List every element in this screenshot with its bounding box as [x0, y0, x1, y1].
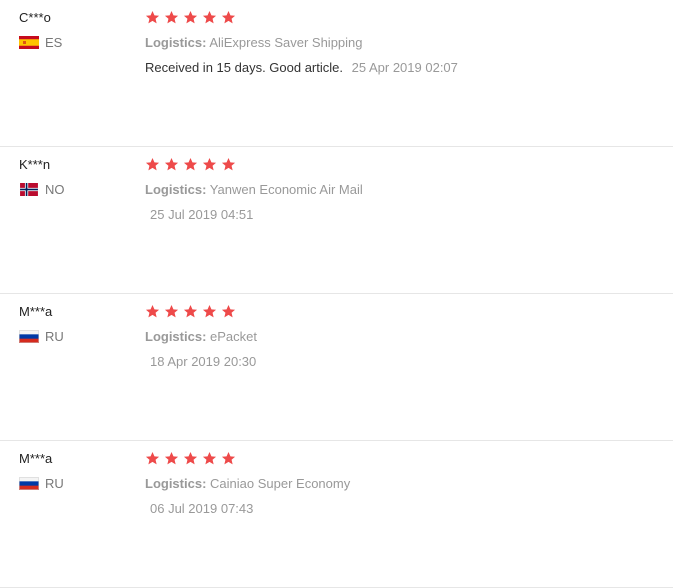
- star-icon: [202, 157, 217, 171]
- review-item: M***a RU Logistics: ePacket 18 Apr 2019 …: [0, 294, 673, 441]
- reviewer-country: NO: [19, 182, 129, 197]
- logistics-info: Logistics: AliExpress Saver Shipping: [145, 35, 663, 51]
- star-icon: [145, 157, 160, 171]
- review-item: M***a RU Logistics: Cainiao Super Econom…: [0, 441, 673, 588]
- star-icon: [202, 10, 217, 24]
- reviewer-info: K***n NO: [19, 157, 129, 197]
- review-date: 18 Apr 2019 20:30: [150, 354, 257, 369]
- star-icon: [145, 10, 160, 24]
- logistics-method: ePacket: [210, 329, 258, 344]
- reviewer-country: RU: [19, 329, 129, 344]
- star-icon: [164, 157, 179, 171]
- star-icon: [221, 304, 236, 318]
- star-icon: [183, 451, 198, 465]
- logistics-label: Logistics:: [145, 329, 207, 344]
- logistics-label: Logistics:: [145, 182, 207, 197]
- buyer-feedback: 18 Apr 2019 20:30: [145, 354, 663, 370]
- buyer-feedback: 25 Jul 2019 04:51: [145, 207, 663, 223]
- star-icon: [164, 451, 179, 465]
- country-code: NO: [45, 182, 65, 197]
- star-icon: [145, 304, 160, 318]
- star-icon: [202, 304, 217, 318]
- russia-flag-icon: [19, 330, 39, 343]
- country-code: ES: [45, 35, 63, 50]
- star-rating: [145, 10, 663, 27]
- logistics-label: Logistics:: [145, 476, 207, 491]
- reviewer-info: M***a RU: [19, 304, 129, 344]
- star-rating: [145, 451, 663, 468]
- star-icon: [221, 451, 236, 465]
- review-item: C***o ES Logistics: AliExpress Saver Shi…: [0, 0, 673, 147]
- reviewer-name: K***n: [19, 157, 51, 172]
- star-icon: [164, 10, 179, 24]
- star-rating: [145, 157, 663, 174]
- logistics-label: Logistics:: [145, 35, 207, 50]
- star-rating: [145, 304, 663, 321]
- star-icon: [164, 304, 179, 318]
- reviewer-name: M***a: [19, 451, 53, 466]
- reviewer-info: M***a RU: [19, 451, 129, 491]
- logistics-info: Logistics: Yanwen Economic Air Mail: [145, 182, 663, 198]
- reviewer-country: ES: [19, 35, 129, 50]
- logistics-info: Logistics: Cainiao Super Economy: [145, 476, 663, 492]
- review-content: Logistics: AliExpress Saver Shipping Rec…: [145, 10, 663, 76]
- logistics-method: AliExpress Saver Shipping: [209, 35, 363, 50]
- russia-flag-icon: [19, 477, 39, 490]
- star-icon: [183, 10, 198, 24]
- buyer-feedback: Received in 15 days. Good article. 25 Ap…: [145, 60, 663, 76]
- review-item: K***n NO Logistics: Yanwen Economic Air …: [0, 147, 673, 294]
- star-icon: [183, 157, 198, 171]
- country-code: RU: [45, 329, 64, 344]
- review-date: 06 Jul 2019 07:43: [150, 501, 254, 516]
- star-icon: [145, 451, 160, 465]
- star-icon: [202, 451, 217, 465]
- feedback-text: Received in 15 days. Good article.: [145, 60, 343, 75]
- logistics-info: Logistics: ePacket: [145, 329, 663, 345]
- review-date: 25 Jul 2019 04:51: [150, 207, 254, 222]
- buyer-feedback: 06 Jul 2019 07:43: [145, 501, 663, 517]
- norway-flag-icon: [20, 183, 38, 196]
- reviewer-name: C***o: [19, 10, 51, 25]
- review-content: Logistics: Yanwen Economic Air Mail 25 J…: [145, 157, 663, 223]
- reviewer-country: RU: [19, 476, 129, 491]
- reviewer-info: C***o ES: [19, 10, 129, 50]
- review-content: Logistics: ePacket 18 Apr 2019 20:30: [145, 304, 663, 370]
- country-code: RU: [45, 476, 64, 491]
- review-date: 25 Apr 2019 02:07: [351, 60, 458, 75]
- reviewer-name: M***a: [19, 304, 53, 319]
- logistics-method: Cainiao Super Economy: [210, 476, 351, 491]
- star-icon: [183, 304, 198, 318]
- review-content: Logistics: Cainiao Super Economy 06 Jul …: [145, 451, 663, 517]
- spain-flag-icon: [19, 36, 39, 49]
- logistics-method: Yanwen Economic Air Mail: [209, 182, 363, 197]
- star-icon: [221, 10, 236, 24]
- star-icon: [221, 157, 236, 171]
- reviews-list: C***o ES Logistics: AliExpress Saver Shi…: [0, 0, 673, 588]
